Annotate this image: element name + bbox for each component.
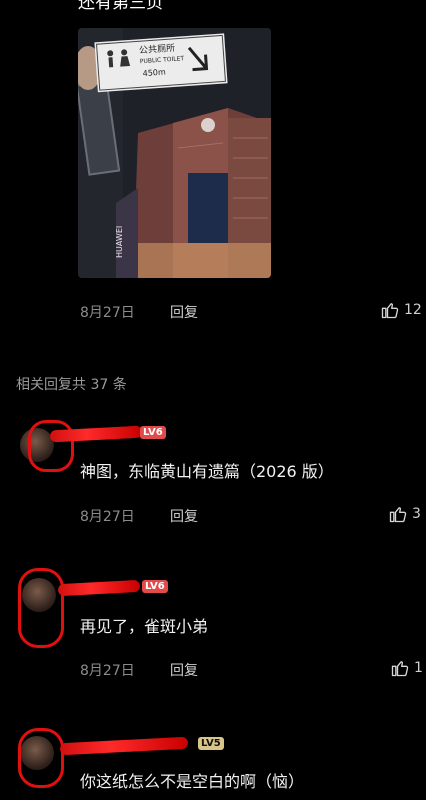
comment-text-top: 还有第三页 [78, 0, 163, 13]
comment-date: 8月27日 [80, 305, 135, 321]
photo-content: HUAWEI 公共厕所 PUBLIC TOILET 450m [78, 28, 271, 278]
username-redaction [28, 420, 74, 472]
thumbs-up-icon [381, 303, 399, 319]
reply-text: 再见了，雀斑小弟 [80, 617, 209, 636]
username-redaction [18, 728, 64, 788]
reply-button[interactable]: 回复 [170, 506, 198, 526]
like-button[interactable]: 3 [388, 504, 421, 524]
reply-text: 神图，东临黄山有遗篇（2026 版） [80, 462, 334, 481]
comment-date: 8月27日 [80, 509, 135, 525]
reply-button[interactable]: 回复 [170, 302, 198, 322]
thumbs-up-icon [391, 661, 409, 677]
reply-text: 你这纸怎么不是空白的啊（恼） [80, 772, 305, 791]
sign-text-3: 450m [142, 67, 166, 78]
like-count: 1 [414, 660, 423, 676]
like-count: 12 [404, 302, 422, 318]
comment-date: 8月27日 [80, 663, 135, 679]
username-redaction [59, 736, 189, 756]
replies-header: 相关回复共 37 条 [16, 377, 127, 393]
level-badge: LV6 [140, 426, 166, 439]
reply-button[interactable]: 回复 [170, 660, 198, 680]
level-badge: LV6 [142, 580, 168, 593]
comment-photo[interactable]: HUAWEI 公共厕所 PUBLIC TOILET 450m [78, 28, 271, 278]
like-button[interactable]: 1 [390, 658, 423, 678]
username-redaction [57, 579, 141, 597]
username-redaction [18, 568, 64, 648]
thumbs-up-icon [389, 507, 407, 523]
like-button[interactable]: 12 [380, 300, 422, 320]
level-badge: LV5 [198, 737, 224, 750]
svg-text:HUAWEI: HUAWEI [115, 226, 124, 258]
like-count: 3 [412, 506, 421, 522]
